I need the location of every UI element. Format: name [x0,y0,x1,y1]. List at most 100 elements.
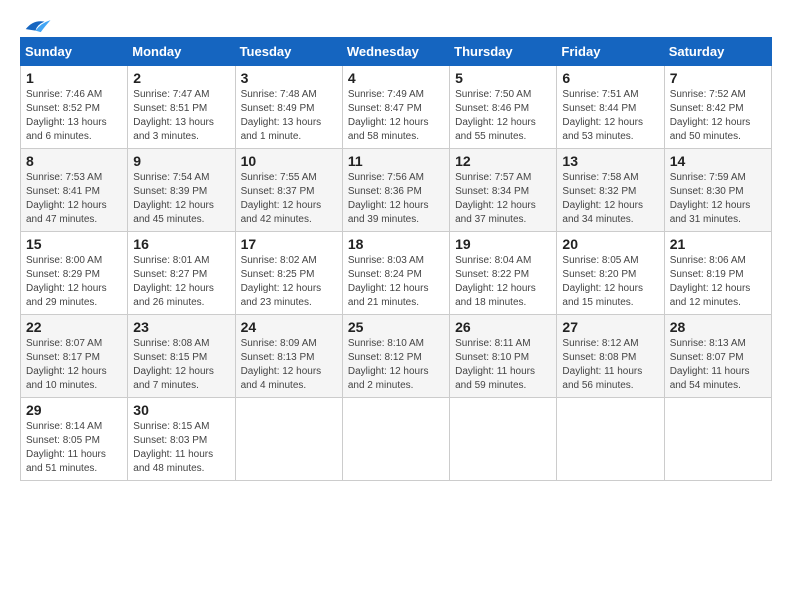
day-number: 30 [133,402,229,418]
table-row: 22 Sunrise: 8:07 AMSunset: 8:17 PMDaylig… [21,315,128,398]
day-number: 25 [348,319,444,335]
day-info: Sunrise: 8:11 AMSunset: 8:10 PMDaylight:… [455,337,551,393]
logo-bird-icon [22,15,52,35]
day-number: 6 [562,70,658,86]
day-number: 19 [455,236,551,252]
day-info: Sunrise: 7:51 AMSunset: 8:44 PMDaylight:… [562,88,658,144]
day-info: Sunrise: 7:58 AMSunset: 8:32 PMDaylight:… [562,171,658,227]
day-number: 17 [241,236,337,252]
day-number: 11 [348,153,444,169]
day-number: 5 [455,70,551,86]
table-row: 7 Sunrise: 7:52 AMSunset: 8:42 PMDayligh… [664,66,771,149]
table-row: 17 Sunrise: 8:02 AMSunset: 8:25 PMDaylig… [235,232,342,315]
table-row: 12 Sunrise: 7:57 AMSunset: 8:34 PMDaylig… [450,149,557,232]
table-row: 29 Sunrise: 8:14 AMSunset: 8:05 PMDaylig… [21,398,128,481]
day-info: Sunrise: 8:13 AMSunset: 8:07 PMDaylight:… [670,337,766,393]
day-number: 14 [670,153,766,169]
day-number: 10 [241,153,337,169]
table-row [450,398,557,481]
calendar-table: Sunday Monday Tuesday Wednesday Thursday… [20,37,772,481]
day-info: Sunrise: 7:48 AMSunset: 8:49 PMDaylight:… [241,88,337,144]
table-row: 25 Sunrise: 8:10 AMSunset: 8:12 PMDaylig… [342,315,449,398]
day-number: 20 [562,236,658,252]
table-row: 26 Sunrise: 8:11 AMSunset: 8:10 PMDaylig… [450,315,557,398]
table-row [342,398,449,481]
table-row: 10 Sunrise: 7:55 AMSunset: 8:37 PMDaylig… [235,149,342,232]
table-row: 6 Sunrise: 7:51 AMSunset: 8:44 PMDayligh… [557,66,664,149]
table-row: 21 Sunrise: 8:06 AMSunset: 8:19 PMDaylig… [664,232,771,315]
header-monday: Monday [128,38,235,66]
header-tuesday: Tuesday [235,38,342,66]
table-row: 3 Sunrise: 7:48 AMSunset: 8:49 PMDayligh… [235,66,342,149]
table-row: 27 Sunrise: 8:12 AMSunset: 8:08 PMDaylig… [557,315,664,398]
day-number: 1 [26,70,122,86]
day-info: Sunrise: 8:06 AMSunset: 8:19 PMDaylight:… [670,254,766,310]
day-info: Sunrise: 8:12 AMSunset: 8:08 PMDaylight:… [562,337,658,393]
day-number: 9 [133,153,229,169]
day-info: Sunrise: 7:59 AMSunset: 8:30 PMDaylight:… [670,171,766,227]
day-number: 15 [26,236,122,252]
table-row: 19 Sunrise: 8:04 AMSunset: 8:22 PMDaylig… [450,232,557,315]
day-info: Sunrise: 7:54 AMSunset: 8:39 PMDaylight:… [133,171,229,227]
page-header [20,20,772,27]
table-row: 20 Sunrise: 8:05 AMSunset: 8:20 PMDaylig… [557,232,664,315]
day-info: Sunrise: 7:53 AMSunset: 8:41 PMDaylight:… [26,171,122,227]
table-row [235,398,342,481]
day-number: 24 [241,319,337,335]
day-number: 28 [670,319,766,335]
day-number: 22 [26,319,122,335]
day-number: 2 [133,70,229,86]
table-row [557,398,664,481]
table-row: 9 Sunrise: 7:54 AMSunset: 8:39 PMDayligh… [128,149,235,232]
header-saturday: Saturday [664,38,771,66]
day-info: Sunrise: 7:49 AMSunset: 8:47 PMDaylight:… [348,88,444,144]
day-info: Sunrise: 8:05 AMSunset: 8:20 PMDaylight:… [562,254,658,310]
day-number: 12 [455,153,551,169]
day-number: 3 [241,70,337,86]
table-row: 15 Sunrise: 8:00 AMSunset: 8:29 PMDaylig… [21,232,128,315]
table-row: 11 Sunrise: 7:56 AMSunset: 8:36 PMDaylig… [342,149,449,232]
table-row: 28 Sunrise: 8:13 AMSunset: 8:07 PMDaylig… [664,315,771,398]
day-info: Sunrise: 8:02 AMSunset: 8:25 PMDaylight:… [241,254,337,310]
table-row: 30 Sunrise: 8:15 AMSunset: 8:03 PMDaylig… [128,398,235,481]
day-number: 27 [562,319,658,335]
logo [20,20,52,27]
header-sunday: Sunday [21,38,128,66]
day-info: Sunrise: 7:52 AMSunset: 8:42 PMDaylight:… [670,88,766,144]
header-wednesday: Wednesday [342,38,449,66]
day-number: 23 [133,319,229,335]
day-info: Sunrise: 7:47 AMSunset: 8:51 PMDaylight:… [133,88,229,144]
day-info: Sunrise: 8:08 AMSunset: 8:15 PMDaylight:… [133,337,229,393]
day-number: 16 [133,236,229,252]
header-friday: Friday [557,38,664,66]
day-info: Sunrise: 8:07 AMSunset: 8:17 PMDaylight:… [26,337,122,393]
day-info: Sunrise: 7:46 AMSunset: 8:52 PMDaylight:… [26,88,122,144]
day-info: Sunrise: 8:04 AMSunset: 8:22 PMDaylight:… [455,254,551,310]
table-row: 5 Sunrise: 7:50 AMSunset: 8:46 PMDayligh… [450,66,557,149]
day-number: 21 [670,236,766,252]
table-row: 16 Sunrise: 8:01 AMSunset: 8:27 PMDaylig… [128,232,235,315]
day-info: Sunrise: 8:10 AMSunset: 8:12 PMDaylight:… [348,337,444,393]
table-row: 18 Sunrise: 8:03 AMSunset: 8:24 PMDaylig… [342,232,449,315]
day-number: 18 [348,236,444,252]
day-info: Sunrise: 7:57 AMSunset: 8:34 PMDaylight:… [455,171,551,227]
header-thursday: Thursday [450,38,557,66]
day-info: Sunrise: 7:55 AMSunset: 8:37 PMDaylight:… [241,171,337,227]
table-row: 2 Sunrise: 7:47 AMSunset: 8:51 PMDayligh… [128,66,235,149]
day-info: Sunrise: 7:50 AMSunset: 8:46 PMDaylight:… [455,88,551,144]
day-number: 4 [348,70,444,86]
table-row: 13 Sunrise: 7:58 AMSunset: 8:32 PMDaylig… [557,149,664,232]
day-info: Sunrise: 8:14 AMSunset: 8:05 PMDaylight:… [26,420,122,476]
day-number: 29 [26,402,122,418]
table-row: 8 Sunrise: 7:53 AMSunset: 8:41 PMDayligh… [21,149,128,232]
table-row: 24 Sunrise: 8:09 AMSunset: 8:13 PMDaylig… [235,315,342,398]
table-row: 23 Sunrise: 8:08 AMSunset: 8:15 PMDaylig… [128,315,235,398]
table-row: 14 Sunrise: 7:59 AMSunset: 8:30 PMDaylig… [664,149,771,232]
table-row [664,398,771,481]
table-row: 4 Sunrise: 7:49 AMSunset: 8:47 PMDayligh… [342,66,449,149]
table-row: 1 Sunrise: 7:46 AMSunset: 8:52 PMDayligh… [21,66,128,149]
day-info: Sunrise: 7:56 AMSunset: 8:36 PMDaylight:… [348,171,444,227]
day-info: Sunrise: 8:03 AMSunset: 8:24 PMDaylight:… [348,254,444,310]
day-info: Sunrise: 8:00 AMSunset: 8:29 PMDaylight:… [26,254,122,310]
day-info: Sunrise: 8:01 AMSunset: 8:27 PMDaylight:… [133,254,229,310]
